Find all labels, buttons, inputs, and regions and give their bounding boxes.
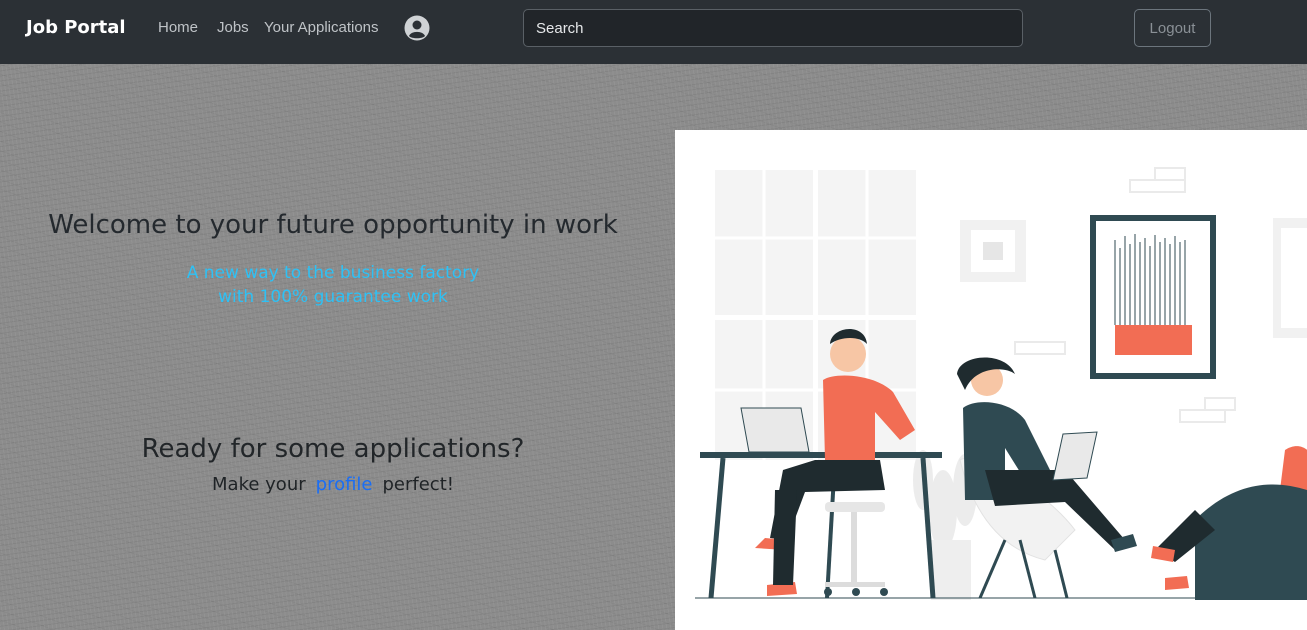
profile-link[interactable]: profile	[316, 474, 373, 495]
office-illustration	[675, 130, 1307, 630]
ready-heading: Ready for some applications?	[141, 434, 525, 464]
nav-home-link[interactable]: Home	[158, 19, 198, 36]
tagline-line-2: with 100% guarantee work	[218, 287, 448, 307]
profile-prompt-prefix: Make your	[212, 474, 306, 495]
profile-prompt-suffix: perfect!	[382, 474, 454, 495]
tagline: A new way to the business factory with 1…	[0, 261, 666, 309]
brand-logo[interactable]: Job Portal	[26, 17, 126, 38]
profile-prompt: Make your profile perfect!	[0, 474, 666, 495]
nav-jobs-link[interactable]: Jobs	[217, 19, 249, 36]
nav-applications-link[interactable]: Your Applications	[264, 19, 379, 36]
user-circle-icon[interactable]	[404, 15, 430, 41]
search-input[interactable]	[523, 9, 1023, 47]
logout-button[interactable]: Logout	[1134, 9, 1211, 47]
top-navbar: Job Portal Home Jobs Your Applications L…	[0, 0, 1307, 64]
tagline-line-1: A new way to the business factory	[186, 263, 480, 283]
welcome-heading: Welcome to your future opportunity in wo…	[48, 210, 618, 240]
